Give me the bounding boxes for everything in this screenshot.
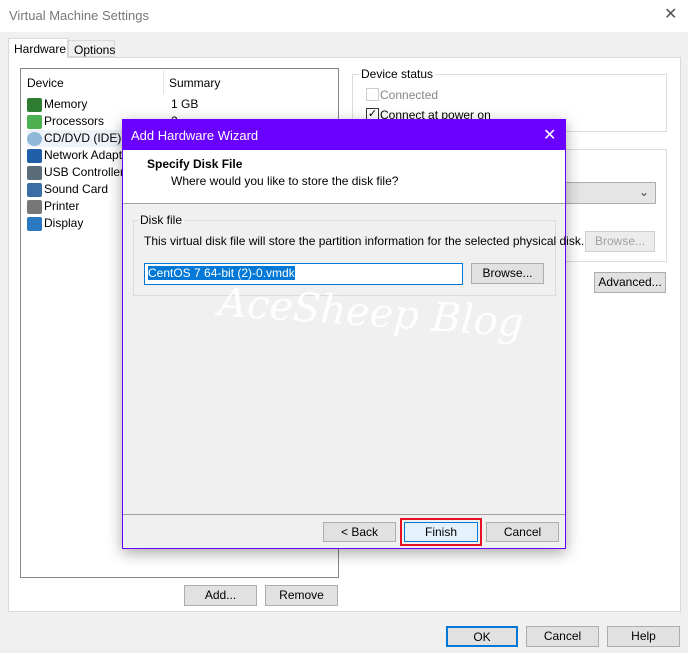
add-button[interactable]: Add... [184, 585, 257, 606]
display-icon [27, 216, 42, 231]
memory-icon [27, 97, 42, 112]
sound-icon [27, 182, 42, 197]
cd-icon [27, 131, 42, 146]
back-button[interactable]: < Back [323, 522, 396, 542]
finish-button[interactable]: Finish [404, 522, 478, 542]
printer-icon [27, 199, 42, 214]
wizard-title: Add Hardware Wizard [131, 128, 259, 143]
tab-label: Hardware [14, 42, 67, 56]
advanced-button[interactable]: Advanced... [594, 272, 666, 293]
wizard-subheading: Where would you like to store the disk f… [171, 174, 399, 188]
window-title: Virtual Machine Settings [9, 8, 149, 23]
footer-divider [123, 514, 565, 515]
device-summary: 1 GB [171, 97, 199, 111]
tab-label: Options [74, 43, 116, 57]
selected-text: CentOS 7 64-bit (2)-0.vmdk [148, 266, 295, 280]
column-summary[interactable]: Summary [169, 76, 220, 90]
connected-label: Connected [380, 88, 439, 102]
tab-options[interactable]: Options [68, 40, 115, 57]
wizard-heading: Specify Disk File [147, 157, 243, 171]
network-icon [27, 148, 42, 163]
connected-checkbox[interactable] [366, 88, 379, 101]
disk-file-group: Disk file This virtual disk file will st… [133, 213, 584, 296]
column-divider [163, 70, 164, 94]
connection-dropdown[interactable]: ⌄ [560, 182, 656, 204]
remove-button[interactable]: Remove [265, 585, 338, 606]
column-device[interactable]: Device [27, 76, 64, 90]
close-icon[interactable]: ✕ [664, 4, 677, 24]
disk-file-description: This virtual disk file will store the pa… [144, 234, 585, 248]
group-label: Device status [359, 67, 436, 81]
group-label: Disk file [138, 213, 185, 227]
wizard-cancel-button[interactable]: Cancel [486, 522, 559, 542]
wizard-dialog: Add Hardware Wizard ✕ Specify Disk File … [122, 119, 584, 549]
processor-icon [27, 114, 42, 129]
help-button[interactable]: Help [607, 626, 680, 647]
device-name: Memory [44, 97, 88, 111]
disk-browse-button[interactable]: Browse... [471, 263, 544, 284]
tab-hardware[interactable]: Hardware [8, 38, 68, 58]
disk-file-input[interactable]: CentOS 7 64-bit (2)-0.vmdk [144, 263, 463, 285]
ok-button[interactable]: OK [446, 626, 518, 647]
usb-icon [27, 165, 42, 180]
table-row[interactable]: Memory 1 GB [27, 96, 327, 113]
cancel-button[interactable]: Cancel [526, 626, 599, 647]
wizard-close-icon[interactable]: ✕ [543, 125, 556, 145]
browse-disabled-button[interactable]: Browse... [585, 231, 655, 252]
